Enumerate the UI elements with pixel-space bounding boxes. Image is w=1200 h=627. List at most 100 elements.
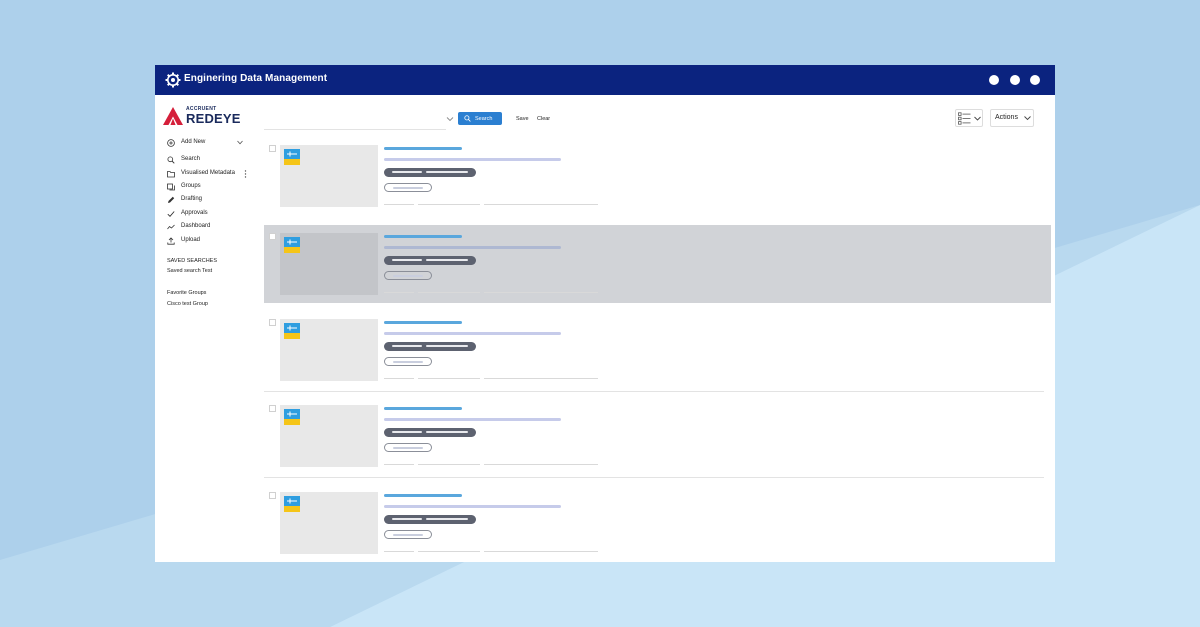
row-checkbox[interactable] xyxy=(269,492,276,499)
search-icon xyxy=(167,156,175,164)
saved-searches-heading: SAVED SEARCHES xyxy=(167,258,218,264)
search-button[interactable]: Search xyxy=(458,112,502,125)
folder-icon xyxy=(167,171,175,178)
tag-pill[interactable] xyxy=(384,256,476,265)
upload-icon xyxy=(167,237,175,245)
subtitle-placeholder xyxy=(384,158,561,161)
title-placeholder[interactable] xyxy=(384,407,462,410)
status-pill-text xyxy=(393,187,423,189)
title-bar: Enginering Data Management xyxy=(155,65,1055,95)
meta-placeholder xyxy=(384,551,414,552)
tag-pill[interactable] xyxy=(384,342,476,351)
filter-chevron-icon[interactable] xyxy=(446,115,454,123)
meta-placeholder xyxy=(384,378,414,379)
actions-dropdown[interactable]: Actions xyxy=(990,109,1034,127)
chart-line-icon xyxy=(167,224,175,230)
tag-pill[interactable] xyxy=(384,515,476,524)
check-icon xyxy=(167,211,175,217)
meta-placeholder xyxy=(484,292,598,293)
add-new-label: Add New xyxy=(181,139,206,145)
search-icon xyxy=(464,115,471,122)
row-divider xyxy=(264,477,1044,478)
brand-product: REDEYE xyxy=(186,111,241,126)
result-row[interactable] xyxy=(264,480,1051,558)
meta-placeholder xyxy=(384,204,414,205)
more-vertical-icon[interactable] xyxy=(244,170,247,178)
add-new-button[interactable]: Add New xyxy=(167,137,257,149)
meta-placeholder xyxy=(484,378,598,379)
meta-placeholder xyxy=(384,464,414,465)
brand-logo[interactable]: ACCRUENT REDEYE xyxy=(163,105,243,127)
tag-pill-text xyxy=(426,171,468,173)
status-pill-text xyxy=(393,534,423,536)
drawing-file-icon xyxy=(284,323,300,339)
drawing-file-icon xyxy=(284,409,300,425)
drawing-file-icon xyxy=(284,149,300,165)
meta-placeholder xyxy=(418,551,480,552)
saved-search-link[interactable]: Saved search Test xyxy=(167,268,212,274)
tag-pill-text xyxy=(426,431,468,433)
tag-pill[interactable] xyxy=(384,428,476,437)
meta-placeholder xyxy=(484,464,598,465)
sidebar-item-label: Groups xyxy=(181,183,201,189)
result-row[interactable] xyxy=(264,133,1051,211)
favorite-group-link[interactable]: Cisco test Group xyxy=(167,301,208,307)
window-control-dot[interactable] xyxy=(1030,75,1040,85)
row-checkbox[interactable] xyxy=(269,233,276,240)
tag-pill-text xyxy=(426,345,468,347)
window-control-dot[interactable] xyxy=(989,75,999,85)
title-placeholder[interactable] xyxy=(384,235,462,238)
actions-label: Actions xyxy=(995,114,1018,121)
tag-pill-text xyxy=(392,171,422,173)
status-pill[interactable] xyxy=(384,530,432,539)
tag-pill-text xyxy=(392,259,422,261)
subtitle-placeholder xyxy=(384,246,561,249)
clear-button[interactable]: Clear xyxy=(537,116,550,122)
view-toggle-button[interactable] xyxy=(955,109,983,127)
save-button[interactable]: Save xyxy=(516,116,529,122)
sidebar-item-search[interactable]: Search xyxy=(167,154,257,166)
toolbar-divider xyxy=(264,129,446,130)
subtitle-placeholder xyxy=(384,332,561,335)
status-pill-text xyxy=(393,275,423,277)
sidebar-item-approvals[interactable]: Approvals xyxy=(167,208,257,220)
title-placeholder[interactable] xyxy=(384,321,462,324)
status-pill-text xyxy=(393,447,423,449)
subtitle-placeholder xyxy=(384,505,561,508)
meta-placeholder xyxy=(484,551,598,552)
tag-pill[interactable] xyxy=(384,168,476,177)
title-placeholder[interactable] xyxy=(384,494,462,497)
window-title: Enginering Data Management xyxy=(184,73,328,84)
tag-pill-text xyxy=(392,518,422,520)
plus-circle-icon xyxy=(167,139,175,147)
result-row[interactable] xyxy=(264,225,1051,303)
status-pill[interactable] xyxy=(384,443,432,452)
tag-pill-text xyxy=(392,345,422,347)
sidebar-item-drafting[interactable]: Drafting xyxy=(167,194,257,206)
row-checkbox[interactable] xyxy=(269,405,276,412)
title-placeholder[interactable] xyxy=(384,147,462,150)
sidebar-item-label: Search xyxy=(181,156,201,162)
status-pill[interactable] xyxy=(384,183,432,192)
sidebar-item-dashboard[interactable]: Dashboard xyxy=(167,221,257,233)
chevron-down-icon xyxy=(1024,116,1031,121)
row-checkbox[interactable] xyxy=(269,145,276,152)
meta-placeholder xyxy=(384,292,414,293)
sidebar-item-label: Drafting xyxy=(181,196,203,202)
tag-pill-text xyxy=(426,259,468,261)
sidebar-item-upload[interactable]: Upload xyxy=(167,235,257,247)
meta-placeholder xyxy=(418,464,480,465)
sidebar-item-label: Visualised Metadata xyxy=(181,170,235,176)
meta-placeholder xyxy=(418,292,480,293)
row-checkbox[interactable] xyxy=(269,319,276,326)
status-pill[interactable] xyxy=(384,271,432,280)
meta-placeholder xyxy=(418,204,480,205)
result-row[interactable] xyxy=(264,307,1051,385)
window-control-dot[interactable] xyxy=(1010,75,1020,85)
sidebar-item-groups[interactable]: Groups xyxy=(167,181,257,193)
status-pill-text xyxy=(393,361,423,363)
meta-placeholder xyxy=(418,378,480,379)
sidebar-item-visualised-metadata[interactable]: Visualised Metadata xyxy=(167,168,257,180)
result-row[interactable] xyxy=(264,393,1051,471)
status-pill[interactable] xyxy=(384,357,432,366)
